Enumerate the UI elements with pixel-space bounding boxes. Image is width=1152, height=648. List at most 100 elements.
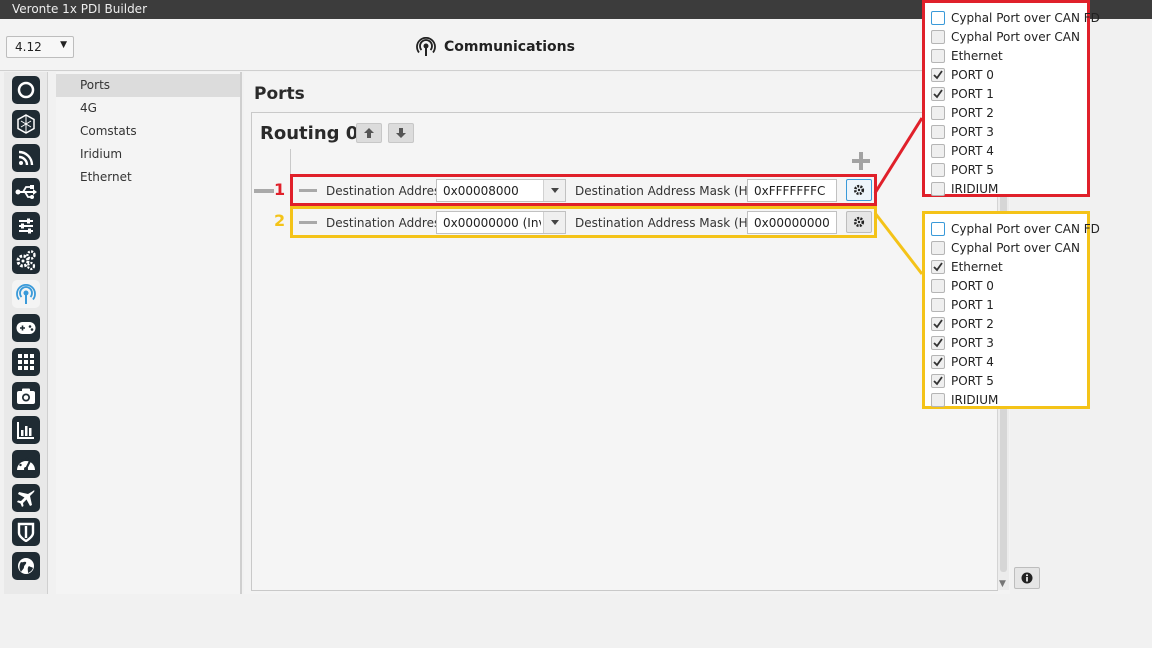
port-option-label: PORT 2 bbox=[951, 316, 994, 331]
add-route-button[interactable] bbox=[850, 151, 872, 171]
nav-item-label: 4G bbox=[80, 101, 97, 115]
checkbox[interactable] bbox=[931, 297, 945, 312]
port-option[interactable]: Ethernet bbox=[931, 257, 1003, 276]
port-option-label: Cyphal Port over CAN FD bbox=[951, 221, 1100, 236]
checkbox[interactable] bbox=[931, 354, 945, 369]
checkbox[interactable] bbox=[931, 181, 945, 196]
port-option[interactable]: PORT 1 bbox=[931, 84, 994, 103]
port-option-label: PORT 0 bbox=[951, 67, 994, 82]
routing-title: Routing 0 bbox=[260, 123, 359, 144]
nav-item-iridium[interactable]: Iridium bbox=[56, 143, 240, 166]
port-option-label: PORT 1 bbox=[951, 297, 994, 312]
camera-icon[interactable] bbox=[12, 382, 40, 410]
nav-item-ethernet[interactable]: Ethernet bbox=[56, 166, 240, 189]
routing-panel: Routing 0 1 Destination Address 0x000080… bbox=[251, 112, 998, 591]
move-down-button[interactable] bbox=[388, 123, 414, 143]
checkbox[interactable] bbox=[931, 105, 945, 120]
port-option[interactable]: Ethernet bbox=[931, 46, 1003, 65]
checkbox[interactable] bbox=[931, 278, 945, 293]
port-option[interactable]: IRIDIUM bbox=[931, 390, 998, 409]
grid-icon[interactable] bbox=[12, 348, 40, 376]
sliders-icon[interactable] bbox=[12, 212, 40, 240]
mask-input[interactable]: 0xFFFFFFFC bbox=[747, 179, 837, 202]
globe-icon[interactable] bbox=[12, 552, 40, 580]
port-option[interactable]: Cyphal Port over CAN bbox=[931, 238, 1080, 257]
airplane-icon[interactable] bbox=[12, 484, 40, 512]
row-number-label: 2 bbox=[274, 211, 286, 230]
shield-icon[interactable] bbox=[12, 518, 40, 546]
bar-chart-icon[interactable] bbox=[12, 416, 40, 444]
mask-input[interactable]: 0x00000000 bbox=[747, 211, 837, 234]
checkbox[interactable] bbox=[931, 316, 945, 331]
port-option[interactable]: PORT 3 bbox=[931, 122, 994, 141]
checkbox[interactable] bbox=[931, 124, 945, 139]
port-option[interactable]: PORT 2 bbox=[931, 103, 994, 122]
port-option[interactable]: PORT 4 bbox=[931, 141, 994, 160]
checkbox[interactable] bbox=[931, 221, 945, 236]
gauge-icon[interactable] bbox=[12, 450, 40, 478]
port-option-label: PORT 5 bbox=[951, 162, 994, 177]
port-option-label: Ethernet bbox=[951, 259, 1003, 274]
port-option[interactable]: PORT 2 bbox=[931, 314, 994, 333]
port-option-label: IRIDIUM bbox=[951, 392, 999, 407]
port-option[interactable]: Cyphal Port over CAN FD bbox=[931, 219, 1100, 238]
checkbox[interactable] bbox=[931, 67, 945, 82]
port-option[interactable]: PORT 5 bbox=[931, 160, 994, 179]
chevron-down-icon: ▼ bbox=[60, 40, 67, 50]
checkbox[interactable] bbox=[931, 86, 945, 101]
port-option-label: Cyphal Port over CAN bbox=[951, 240, 1080, 255]
gamepad-icon[interactable] bbox=[12, 314, 40, 342]
port-option-label: PORT 1 bbox=[951, 86, 994, 101]
port-option[interactable]: PORT 4 bbox=[931, 352, 994, 371]
checkbox[interactable] bbox=[931, 10, 945, 25]
move-up-button[interactable] bbox=[356, 123, 382, 143]
remove-routing-button[interactable] bbox=[254, 189, 274, 193]
chevron-down-icon[interactable] bbox=[543, 180, 565, 201]
port-settings-button[interactable] bbox=[846, 211, 872, 233]
port-settings-button[interactable] bbox=[846, 179, 872, 201]
nav-item-label: Iridium bbox=[80, 147, 123, 161]
gears-icon[interactable] bbox=[12, 246, 40, 274]
remove-row-button[interactable] bbox=[299, 189, 317, 192]
info-button[interactable] bbox=[1014, 567, 1040, 589]
checkbox[interactable] bbox=[931, 143, 945, 158]
port-option[interactable]: IRIDIUM bbox=[931, 179, 998, 198]
port-option-label: Ethernet bbox=[951, 48, 1003, 63]
port-option[interactable]: PORT 0 bbox=[931, 65, 994, 84]
nav-item-4g[interactable]: 4G bbox=[56, 97, 240, 120]
checkbox[interactable] bbox=[931, 29, 945, 44]
checkbox[interactable] bbox=[931, 259, 945, 274]
destination-address-select[interactable]: 0x00008000 bbox=[436, 179, 566, 202]
port-option-label: PORT 3 bbox=[951, 335, 994, 350]
nav-item-comstats[interactable]: Comstats bbox=[56, 120, 240, 143]
port-option[interactable]: PORT 0 bbox=[931, 276, 994, 295]
usb-icon[interactable] bbox=[12, 178, 40, 206]
port-option[interactable]: PORT 1 bbox=[931, 295, 994, 314]
checkbox[interactable] bbox=[931, 373, 945, 388]
power-ring-icon[interactable] bbox=[12, 76, 40, 104]
checkbox[interactable] bbox=[931, 335, 945, 350]
port-option-label: Cyphal Port over CAN bbox=[951, 29, 1080, 44]
port-option[interactable]: Cyphal Port over CAN bbox=[931, 27, 1080, 46]
broadcast-icon[interactable] bbox=[12, 280, 40, 308]
checkbox[interactable] bbox=[931, 48, 945, 63]
destination-address-select[interactable]: 0x00000000 (Inva bbox=[436, 211, 566, 234]
row-number-label: 1 bbox=[274, 180, 286, 199]
nav-item-label: Ports bbox=[80, 78, 111, 92]
version-select[interactable]: 4.12 ▼ bbox=[6, 36, 74, 58]
remove-row-button[interactable] bbox=[299, 221, 317, 224]
hexagon-icon[interactable] bbox=[12, 110, 40, 138]
port-option[interactable]: PORT 5 bbox=[931, 371, 994, 390]
main-content: Ports Routing 0 1 Destination Address 0x… bbox=[244, 72, 1010, 594]
checkbox[interactable] bbox=[931, 240, 945, 255]
rss-icon[interactable] bbox=[12, 144, 40, 172]
port-option[interactable]: PORT 3 bbox=[931, 333, 994, 352]
checkbox[interactable] bbox=[931, 392, 945, 407]
section-nav: Ports 4G Comstats Iridium Ethernet bbox=[56, 72, 242, 594]
scroll-down-icon[interactable]: ▼ bbox=[999, 579, 1006, 589]
nav-item-ports[interactable]: Ports bbox=[56, 74, 240, 97]
page-header: Communications bbox=[416, 36, 575, 58]
checkbox[interactable] bbox=[931, 162, 945, 177]
chevron-down-icon[interactable] bbox=[543, 212, 565, 233]
port-option[interactable]: Cyphal Port over CAN FD bbox=[931, 8, 1100, 27]
